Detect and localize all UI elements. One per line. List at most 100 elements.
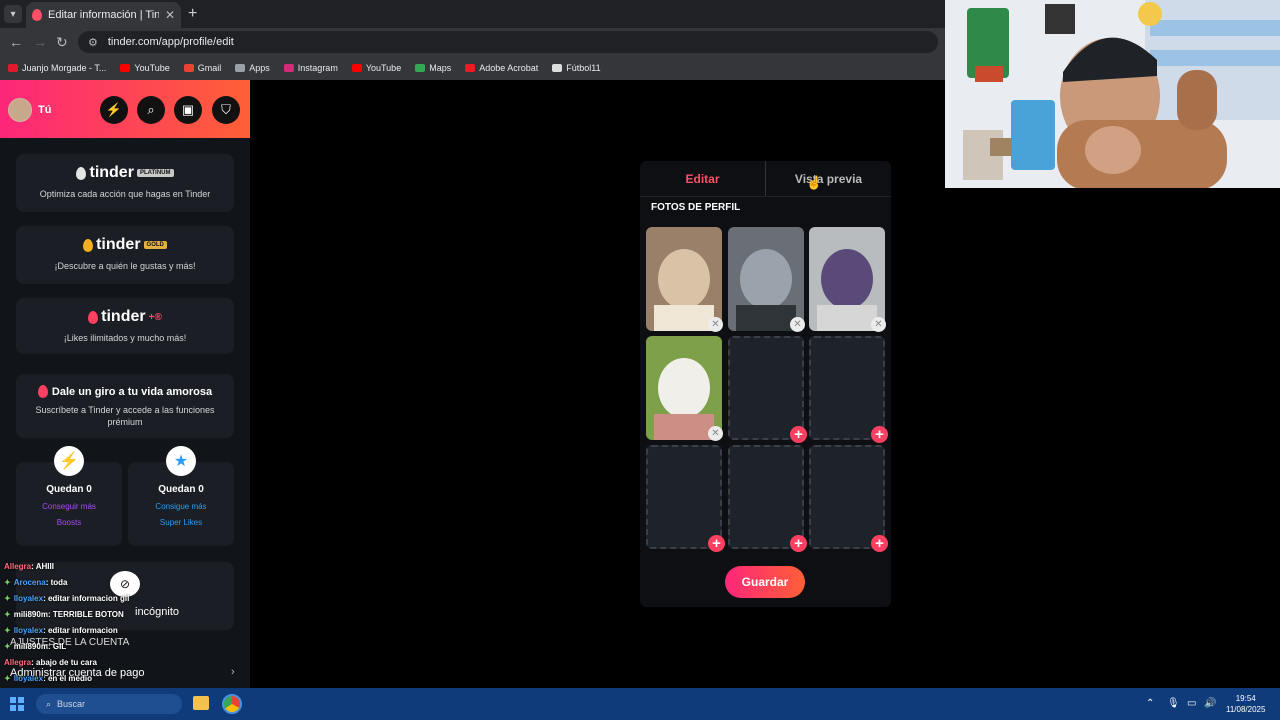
platinum-card[interactable]: tinder PLATINUM Optimiza cada acción que…: [16, 154, 234, 212]
chat-text: : editar informacion: [43, 626, 118, 635]
bookmark-label: Maps: [429, 63, 452, 73]
superlikes-card[interactable]: ★ Quedan 0 Consigue más Super Likes: [128, 446, 234, 546]
chat-badge-icon: ✦: [4, 626, 11, 635]
platinum-badge: PLATINUM: [136, 169, 174, 177]
profile-photo-slot[interactable]: [809, 227, 885, 331]
empty-photo-slot[interactable]: [809, 445, 885, 549]
chat-message: ✦ mili890m: GIL: [4, 642, 66, 651]
site-info-icon[interactable]: ⚙: [88, 36, 98, 49]
chat-message: ✦ mili890m: TERRIBLE BOTON: [4, 610, 124, 619]
gold-card[interactable]: tinder GOLD ¡Descubre a quién le gustas …: [16, 226, 234, 284]
empty-photo-slot[interactable]: [728, 445, 804, 549]
shield-icon[interactable]: ⛉: [212, 96, 240, 124]
add-photo-icon[interactable]: +: [708, 535, 725, 552]
add-photo-icon[interactable]: +: [790, 535, 807, 552]
add-photo-icon[interactable]: +: [790, 426, 807, 443]
chat-text: : TERRIBLE BOTON: [47, 610, 124, 619]
profile-photo-slot[interactable]: [646, 227, 722, 331]
remove-photo-icon[interactable]: ✕: [871, 317, 886, 332]
editor-tabs: Editar Vista previa: [640, 161, 891, 197]
tab-search-icon[interactable]: ▾: [4, 5, 22, 23]
avatar[interactable]: [8, 98, 32, 122]
bookmark-item[interactable]: Gmail: [183, 63, 222, 73]
empty-photo-slot[interactable]: [728, 336, 804, 440]
chat-username: lloyalex: [13, 594, 44, 603]
browser-tab[interactable]: Editar información | Tinder ✕: [26, 2, 181, 28]
brand-text: tinder: [89, 164, 134, 181]
volume-icon[interactable]: 🔊: [1204, 698, 1216, 709]
microphone-icon[interactable]: 🎙: [1167, 698, 1180, 709]
remove-photo-icon[interactable]: ✕: [708, 426, 723, 441]
chat-username: mili890m: [13, 642, 48, 651]
file-explorer-icon[interactable]: [193, 696, 209, 710]
close-tab-icon[interactable]: ✕: [165, 8, 175, 22]
profile-photo-slot[interactable]: [728, 227, 804, 331]
url-bar[interactable]: ⚙ tinder.com/app/profile/edit: [78, 31, 938, 53]
gold-badge: GOLD: [143, 241, 167, 249]
promo-card[interactable]: Dale un giro a tu vida amorosa Suscríbet…: [16, 374, 234, 438]
profile-photo-slot[interactable]: [646, 336, 722, 440]
plus-card[interactable]: tinder +® ¡Likes ilimitados y mucho más!: [16, 298, 234, 354]
briefcase-icon[interactable]: ▣: [174, 96, 202, 124]
chat-text: : editar informacion gil: [43, 594, 130, 603]
bookmark-item[interactable]: YouTube: [120, 63, 170, 73]
new-tab-icon[interactable]: +: [188, 5, 197, 23]
tab-preview[interactable]: Vista previa: [766, 161, 891, 196]
bookmark-label: Gmail: [197, 63, 222, 73]
bookmark-favicon-icon: [552, 64, 563, 72]
chat-message: ✦ lloyalex: editar informacion: [4, 626, 118, 635]
plus-desc: ¡Likes ilimitados y mucho más!: [63, 333, 187, 343]
chrome-icon[interactable]: [222, 694, 242, 714]
bookmark-label: Fútbol11: [566, 63, 601, 73]
bookmark-item[interactable]: Instagram: [283, 63, 338, 73]
bookmark-item[interactable]: Fútbol11: [552, 63, 601, 73]
webcam-overlay: [945, 0, 1280, 188]
network-icon[interactable]: ▭: [1187, 698, 1196, 709]
chat-text: : en el medio: [43, 674, 92, 683]
remove-photo-icon[interactable]: ✕: [708, 317, 723, 332]
tray-chevron-icon[interactable]: ⌃: [1146, 698, 1154, 709]
superlikes-link-1[interactable]: Consigue más: [128, 499, 234, 515]
bookmark-item[interactable]: Juanjo Morgade - T...: [8, 63, 106, 73]
tab-edit[interactable]: Editar: [640, 161, 766, 196]
forward-icon[interactable]: →: [33, 34, 47, 50]
search-placeholder: Buscar: [57, 699, 86, 709]
taskbar-search[interactable]: ⌕ Buscar: [36, 694, 182, 714]
bookmark-item[interactable]: Apps: [235, 63, 270, 73]
chat-text: : abajo de tu cara: [31, 658, 97, 667]
add-photo-icon[interactable]: +: [871, 426, 888, 443]
user-label[interactable]: Tú: [38, 104, 51, 116]
empty-photo-slot[interactable]: [809, 336, 885, 440]
bookmark-favicon-icon: [351, 64, 362, 72]
boost-icon: ⚡: [54, 446, 84, 476]
bookmark-favicon-icon: [235, 64, 246, 72]
chat-username: lloyalex: [13, 674, 44, 683]
promo-title: Dale un giro a tu vida amorosa: [51, 385, 213, 398]
bookmark-label: Apps: [249, 63, 270, 73]
bookmark-item[interactable]: Adobe Acrobat: [465, 63, 538, 73]
boosts-link-1[interactable]: Conseguir más: [16, 499, 122, 515]
boosts-card[interactable]: ⚡ Quedan 0 Conseguir más Boosts: [16, 446, 122, 546]
boosts-link-2[interactable]: Boosts: [16, 515, 122, 531]
chat-message: ✦ lloyalex: en el medio: [4, 674, 92, 683]
bookmark-favicon-icon: [183, 64, 194, 72]
superlikes-link-2[interactable]: Super Likes: [128, 515, 234, 531]
reload-icon[interactable]: ↻: [56, 34, 68, 51]
chat-badge-icon: ✦: [4, 578, 11, 587]
explore-icon[interactable]: ⌕: [137, 96, 165, 124]
superlikes-count: Quedan 0: [158, 484, 204, 495]
back-icon[interactable]: ←: [9, 34, 23, 50]
save-button[interactable]: Guardar: [725, 566, 805, 598]
add-photo-icon[interactable]: +: [871, 535, 888, 552]
bookmark-label: YouTube: [134, 63, 170, 73]
bookmark-item[interactable]: Maps: [415, 63, 451, 73]
group-photo: [809, 227, 885, 331]
bookmark-item[interactable]: YouTube: [351, 63, 401, 73]
bookmark-label: Adobe Acrobat: [479, 63, 539, 73]
remove-photo-icon[interactable]: ✕: [790, 317, 805, 332]
clock[interactable]: 19:54 11/08/2025: [1226, 693, 1265, 715]
tinder-flame-icon: [37, 385, 48, 398]
boost-icon[interactable]: ⚡: [100, 96, 128, 124]
windows-start-icon[interactable]: [10, 697, 24, 711]
empty-photo-slot[interactable]: [646, 445, 722, 549]
